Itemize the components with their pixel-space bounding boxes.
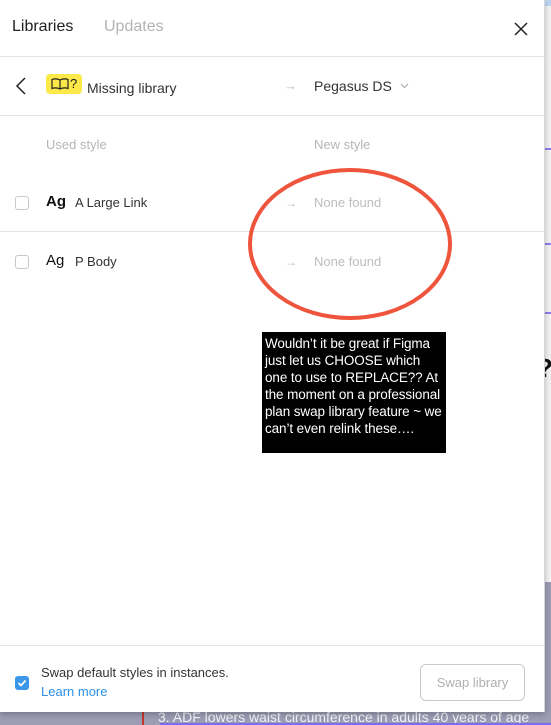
- swap-default-styles-checkbox[interactable]: [15, 676, 29, 690]
- missing-library-badge: ?: [46, 74, 82, 94]
- libraries-panel: Libraries Updates ? Missing library → Pe…: [0, 0, 545, 712]
- style-row-checkbox[interactable]: [15, 255, 29, 269]
- back-button[interactable]: [14, 75, 30, 97]
- used-style-name: A Large Link: [75, 195, 148, 210]
- background-document-edge: ?: [545, 0, 551, 725]
- target-library-dropdown[interactable]: Pegasus DS: [314, 77, 409, 95]
- column-header-new-style: New style: [314, 137, 371, 152]
- background-underline: [545, 312, 551, 314]
- style-row-checkbox[interactable]: [15, 196, 29, 210]
- arrow-right-icon: →: [285, 255, 297, 269]
- panel-footer: Swap default styles in instances. Learn …: [0, 645, 545, 712]
- background-selection-marker: [545, 0, 551, 6]
- new-style-value[interactable]: None found: [314, 254, 381, 270]
- style-row: Ag P Body → None found: [0, 232, 545, 291]
- missing-question-mark: ?: [70, 76, 78, 91]
- background-glyph: ?: [545, 355, 551, 381]
- target-library-label: Pegasus DS: [314, 78, 392, 94]
- book-icon: [51, 78, 69, 90]
- library-swap-row: ? Missing library → Pegasus DS: [0, 57, 545, 116]
- text-style-icon: Ag: [46, 252, 65, 269]
- background-gray-region: [545, 582, 551, 725]
- background-underline: [545, 148, 551, 150]
- panel-header: Libraries Updates: [0, 0, 545, 57]
- style-row: Ag A Large Link → None found: [0, 173, 545, 232]
- used-style-name: P Body: [75, 254, 117, 269]
- tab-libraries[interactable]: Libraries: [12, 17, 73, 37]
- background-underline: [545, 243, 551, 245]
- text-style-icon: Ag: [46, 193, 66, 210]
- close-button[interactable]: [510, 18, 532, 40]
- annotation-note: Wouldn’t it be great if Figma just let u…: [262, 332, 446, 453]
- column-header-used-style: Used style: [46, 137, 107, 152]
- close-icon: [514, 22, 528, 36]
- chevron-down-icon: [400, 83, 409, 89]
- background-document-text: 3. ADF lowers waist circumference in adu…: [142, 710, 551, 725]
- swap-default-styles-label: Swap default styles in instances.: [41, 665, 229, 680]
- learn-more-link[interactable]: Learn more: [41, 684, 107, 700]
- new-style-value[interactable]: None found: [314, 195, 381, 211]
- arrow-right-icon: →: [285, 196, 297, 210]
- source-library-label: Missing library: [87, 80, 177, 96]
- checkmark-icon: [17, 679, 27, 687]
- arrow-right-icon: →: [284, 78, 297, 93]
- tab-updates[interactable]: Updates: [104, 17, 164, 37]
- chevron-left-icon: [15, 77, 26, 95]
- swap-library-button[interactable]: Swap library: [420, 664, 525, 701]
